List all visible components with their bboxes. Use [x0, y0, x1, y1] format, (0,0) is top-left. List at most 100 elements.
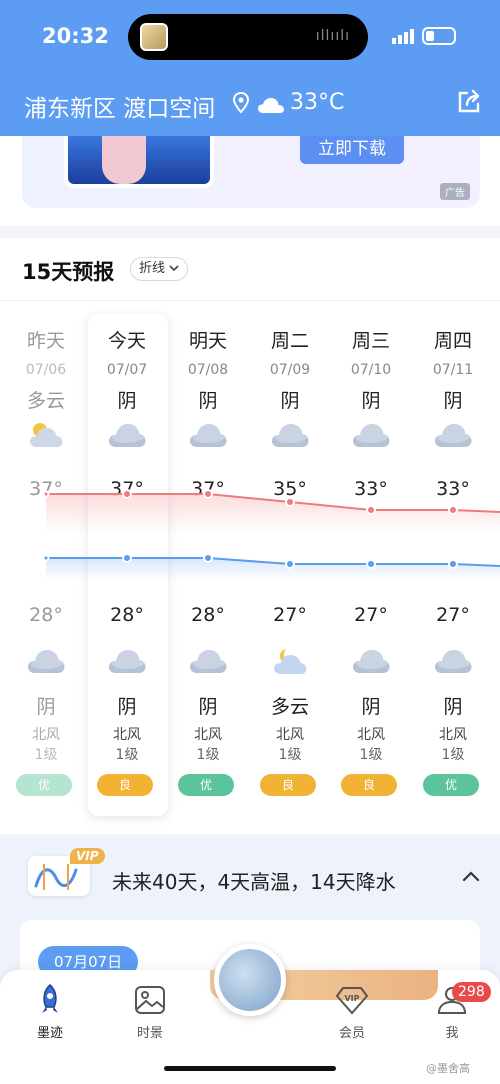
- night-condition: 阴: [198, 696, 218, 718]
- dynamic-island[interactable]: ıllıılı: [128, 14, 368, 60]
- rocket-icon: [42, 984, 58, 1013]
- share-icon[interactable]: [455, 88, 483, 116]
- location-name[interactable]: 浦东新区 渡口空间: [24, 89, 215, 123]
- notification-badge: 298: [452, 982, 491, 1002]
- day-condition: 阴: [361, 390, 381, 412]
- day-condition: 多云: [26, 390, 65, 412]
- signal-icon: [392, 29, 414, 44]
- audio-wave-icon: ıllıılı: [315, 28, 350, 44]
- nav-label: 墨迹: [36, 1026, 63, 1041]
- wind-level: 1级: [441, 747, 465, 763]
- air-quality-badge: 优: [16, 774, 72, 796]
- forecast-title: 15天预报: [22, 260, 115, 284]
- wind-level: 1级: [359, 747, 383, 763]
- wind-level: 1级: [34, 747, 58, 763]
- low-temperature: 28°: [29, 604, 63, 626]
- date-label: 07/07: [106, 362, 148, 378]
- svg-text:VIP: VIP: [344, 994, 359, 1003]
- date-label: 07/11: [432, 362, 474, 378]
- cloud-icon: [258, 98, 284, 113]
- cloud-icon: [351, 420, 391, 454]
- wind-direction: 北风: [357, 727, 385, 743]
- day-label: 昨天: [26, 330, 65, 352]
- nav-item-moji[interactable]: 墨迹: [10, 982, 90, 1041]
- low-temp-line-point: [203, 553, 213, 563]
- day-label: 周二: [270, 330, 309, 352]
- day-label: 周四: [433, 330, 472, 352]
- divider: [0, 300, 500, 301]
- ad-banner[interactable]: 立即下载 广告: [22, 136, 480, 208]
- now-playing-thumbnail: [140, 23, 168, 51]
- ad-figure: [102, 136, 146, 184]
- day-label: 今天: [107, 330, 146, 352]
- air-quality-badge: 优: [178, 774, 234, 796]
- low-temp-line-point: [366, 559, 376, 569]
- cloud-icon: [351, 646, 391, 680]
- nav-item-vip[interactable]: VIP 会员: [312, 982, 392, 1041]
- battery-icon: [422, 27, 456, 45]
- status-bar: 20:32 ıllıılı: [0, 0, 500, 80]
- cloud-icon: [188, 420, 228, 454]
- ad-section: 立即下载 广告: [0, 136, 500, 226]
- air-quality-badge: 良: [97, 774, 153, 796]
- temperature-area: [46, 558, 500, 580]
- day-label: 周三: [351, 330, 390, 352]
- date-label: 07/06: [25, 362, 67, 378]
- forecast-15-day: 15天预报 折线 昨天07/06多云37°28°阴北风1级优今天07/07阴37…: [0, 238, 500, 834]
- low-temperature: 28°: [110, 604, 144, 626]
- day-label: 明天: [188, 330, 227, 352]
- chevron-up-icon[interactable]: [462, 870, 480, 882]
- low-temp-line-point: [448, 559, 458, 569]
- cloud-icon: [270, 420, 310, 454]
- home-indicator[interactable]: [164, 1066, 336, 1071]
- chart-mode-dropdown[interactable]: 折线: [130, 257, 189, 281]
- nav-item-shijing[interactable]: 时景: [110, 982, 190, 1041]
- cloud-icon: [107, 420, 147, 454]
- date-label: 07/08: [187, 362, 229, 378]
- location-pin-icon: [233, 92, 249, 114]
- nav-label: 会员: [338, 1026, 365, 1041]
- air-quality-badge: 优: [423, 774, 479, 796]
- air-quality-badge: 良: [341, 774, 397, 796]
- download-button[interactable]: 立即下载: [300, 136, 404, 164]
- air-quality-badge: 良: [260, 774, 316, 796]
- high-temp-line-point: [448, 505, 458, 515]
- low-temperature: 28°: [191, 604, 225, 626]
- watermark: @墨舍高: [426, 1062, 470, 1075]
- high-temp-line-point: [285, 497, 295, 507]
- cloud-icon: [433, 646, 473, 680]
- cloud-icon: [107, 646, 147, 680]
- center-sky-button[interactable]: [214, 944, 286, 1016]
- wind-direction: 北风: [194, 727, 222, 743]
- night-condition: 阴: [443, 696, 463, 718]
- day-condition: 阴: [443, 390, 463, 412]
- vip-diamond-icon: VIP: [335, 987, 369, 1015]
- cloud-icon: [26, 646, 66, 680]
- chevron-down-icon: [169, 265, 179, 272]
- low-temperature: 27°: [436, 604, 470, 626]
- low-temp-line-point: [285, 559, 295, 569]
- wind-direction: 北风: [32, 727, 60, 743]
- wind-level: 1级: [115, 747, 139, 763]
- status-time: 20:32: [42, 24, 109, 48]
- night-condition: 阴: [361, 696, 381, 718]
- low-temp-line-point: [122, 553, 132, 563]
- location-header: 浦东新区 渡口空间 33°C: [0, 80, 500, 136]
- night-condition: 阴: [117, 696, 137, 718]
- low-temperature: 27°: [354, 604, 388, 626]
- nav-label: 我: [445, 1026, 459, 1041]
- wind-direction: 北风: [276, 727, 304, 743]
- high-temp-line-point: [42, 490, 50, 498]
- temperature-line-chart: [42, 489, 500, 580]
- photo-icon: [135, 986, 165, 1014]
- low-temperature: 27°: [273, 604, 307, 626]
- high-temp-line-point: [203, 489, 213, 499]
- nav-label: 时景: [136, 1026, 163, 1041]
- night-condition: 阴: [36, 696, 56, 718]
- forecast-40-summary[interactable]: 未来40天，4天高温，14天降水: [112, 866, 396, 895]
- wind-level: 1级: [278, 747, 302, 763]
- high-temp-line-point: [366, 505, 376, 515]
- high-temp-line-point: [122, 489, 132, 499]
- wind-direction: 北风: [113, 727, 141, 743]
- date-label: 07/09: [269, 362, 311, 378]
